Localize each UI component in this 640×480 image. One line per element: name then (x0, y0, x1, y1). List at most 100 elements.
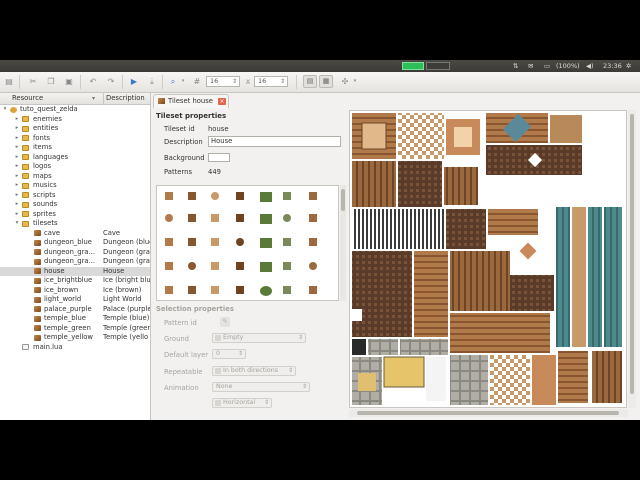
pattern-thumbnail[interactable] (165, 192, 173, 200)
new-icon[interactable]: ▤ (4, 76, 14, 87)
patterns-list[interactable] (156, 185, 339, 301)
expand-icon[interactable]: ▸ (14, 200, 20, 210)
paste-icon[interactable]: ▣ (64, 76, 74, 87)
pattern-thumbnail[interactable] (165, 214, 173, 222)
pattern-thumbnail[interactable] (260, 238, 272, 248)
expand-icon[interactable]: ▸ (14, 191, 20, 201)
tree-folder[interactable]: ▸ musics (0, 181, 150, 191)
pattern-thumbnail[interactable] (260, 262, 272, 272)
expand-icon[interactable]: ▸ (14, 181, 20, 191)
pattern-thumbnail[interactable] (236, 286, 244, 294)
tree-item-tileset[interactable]: dungeon_gra... Dungeon (gra (0, 248, 150, 258)
animation-direction-dropdown[interactable]: Horizontal ⇕ (212, 398, 272, 408)
ground-dropdown[interactable]: Empty ⇕ (212, 333, 306, 343)
tileset-view[interactable] (349, 110, 627, 408)
pattern-thumbnail[interactable] (309, 286, 317, 294)
tree-folder[interactable]: ▸ fonts (0, 134, 150, 144)
pattern-thumbnail[interactable] (211, 262, 219, 270)
gear-icon[interactable]: ✲ (626, 60, 631, 72)
undo-icon[interactable]: ↶ (88, 76, 98, 87)
tree-item-tileset[interactable]: temple_blue Temple (blue) (0, 314, 150, 324)
traversable-icon[interactable]: ✣ (340, 76, 350, 87)
tileset-image[interactable] (350, 111, 627, 408)
pencil-icon[interactable]: ✎ (220, 317, 230, 327)
pattern-thumbnail[interactable] (165, 238, 173, 246)
tree-item-tileset[interactable]: cave Cave (0, 229, 150, 239)
pattern-thumbnail[interactable] (260, 192, 272, 202)
copy-icon[interactable]: ❐ (46, 76, 56, 87)
mail-icon[interactable]: ✉ (528, 60, 533, 72)
tree-item-tileset-selected[interactable]: house House (0, 266, 150, 276)
zoom-icon[interactable]: ⌕ (168, 76, 178, 87)
default-layer-spinbox[interactable]: 0 ⇕ (212, 349, 246, 359)
pattern-thumbnail[interactable] (309, 238, 317, 246)
tileset-vertical-scrollbar[interactable] (628, 110, 636, 408)
tree-folder[interactable]: ▸ enemies (0, 115, 150, 125)
arrows-icon[interactable]: ⇅ (513, 60, 518, 72)
tree-folder[interactable]: ▸ sprites (0, 210, 150, 220)
redo-icon[interactable]: ↷ (106, 76, 116, 87)
tree-folder[interactable]: ▸ sounds (0, 200, 150, 210)
pattern-thumbnail[interactable] (309, 214, 317, 222)
tileset-horizontal-scrollbar[interactable] (349, 409, 628, 417)
collapse-icon[interactable]: ▾ (14, 219, 20, 229)
expand-icon[interactable]: ▸ (14, 210, 20, 220)
pattern-thumbnail[interactable] (309, 192, 317, 200)
tree-item-tileset[interactable]: dungeon_gra... Dungeon (gra (0, 257, 150, 267)
tree-folder[interactable]: ▸ logos (0, 162, 150, 172)
expand-icon[interactable]: ▸ (14, 153, 20, 163)
repeatable-dropdown[interactable]: In both directions ⇕ (212, 366, 296, 376)
pattern-thumbnail[interactable] (188, 262, 196, 270)
tree-item-tileset[interactable]: ice_brown Ice (brown) (0, 286, 150, 296)
column-description[interactable]: Description (103, 93, 145, 104)
pattern-thumbnail[interactable] (260, 214, 272, 224)
volume-icon[interactable]: ◀) (586, 60, 594, 72)
tree-item-tileset[interactable]: temple_yellow Temple (yello (0, 333, 150, 343)
animation-dropdown[interactable]: None ⇕ (212, 382, 310, 392)
grid-icon[interactable]: # (192, 76, 202, 87)
pattern-thumbnail[interactable] (283, 262, 291, 270)
pattern-thumbnail[interactable] (236, 192, 244, 200)
pattern-thumbnail[interactable] (188, 192, 196, 200)
tree-item-tileset[interactable]: light_world Light World (0, 295, 150, 305)
pattern-thumbnail[interactable] (260, 286, 272, 296)
pattern-thumbnail[interactable] (165, 286, 173, 294)
battery-icon[interactable]: ▭ (544, 60, 550, 72)
pattern-thumbnail[interactable] (283, 214, 291, 222)
tree-item-tileset[interactable]: dungeon_blue Dungeon (blue) (0, 238, 150, 248)
play-icon[interactable]: ▶ (129, 76, 139, 87)
background-color-button[interactable] (208, 153, 230, 162)
tree-folder[interactable]: ▸ scripts (0, 191, 150, 201)
tree-folder[interactable]: ▸ languages (0, 153, 150, 163)
tree-item-tileset[interactable]: palace_purple Palace (purple (0, 305, 150, 315)
pattern-thumbnail[interactable] (309, 262, 317, 270)
pattern-thumbnail[interactable] (236, 214, 244, 222)
show-layer-low-button[interactable]: ▤ (303, 75, 317, 88)
patterns-scrollbar[interactable] (340, 185, 346, 301)
expand-icon[interactable]: ▸ (14, 115, 20, 125)
tree-folder[interactable]: ▸ entities (0, 124, 150, 134)
tree-folder[interactable]: ▸ maps (0, 172, 150, 182)
tree-folder-tilesets[interactable]: ▾ tilesets (0, 219, 150, 229)
clock[interactable]: 23:36 (603, 60, 622, 72)
pattern-thumbnail[interactable] (283, 192, 291, 200)
pattern-thumbnail[interactable] (188, 286, 196, 294)
tree-item-main-lua[interactable]: main.lua (0, 343, 150, 353)
pattern-thumbnail[interactable] (236, 238, 244, 246)
pattern-thumbnail[interactable] (236, 262, 244, 270)
tree-folder[interactable]: ▸ items (0, 143, 150, 153)
grid-width-input[interactable]: 16 ⇕ (206, 76, 240, 87)
close-icon[interactable]: × (218, 98, 226, 105)
expand-icon[interactable]: ▸ (14, 143, 20, 153)
column-resource[interactable]: Resource (12, 93, 43, 104)
description-input[interactable]: House (208, 136, 341, 147)
stop-icon[interactable]: ⇣ (147, 76, 157, 87)
pattern-thumbnail[interactable] (211, 238, 219, 246)
zoom-dropdown-icon[interactable]: ▾ (178, 76, 188, 87)
tree-item-tileset[interactable]: temple_green Temple (green (0, 324, 150, 334)
pattern-thumbnail[interactable] (211, 192, 219, 200)
show-layer-high-button[interactable]: ▦ (319, 75, 333, 88)
sort-arrow-icon[interactable]: ▾ (92, 93, 95, 104)
collapse-icon[interactable]: ▾ (2, 105, 8, 115)
expand-icon[interactable]: ▸ (14, 162, 20, 172)
